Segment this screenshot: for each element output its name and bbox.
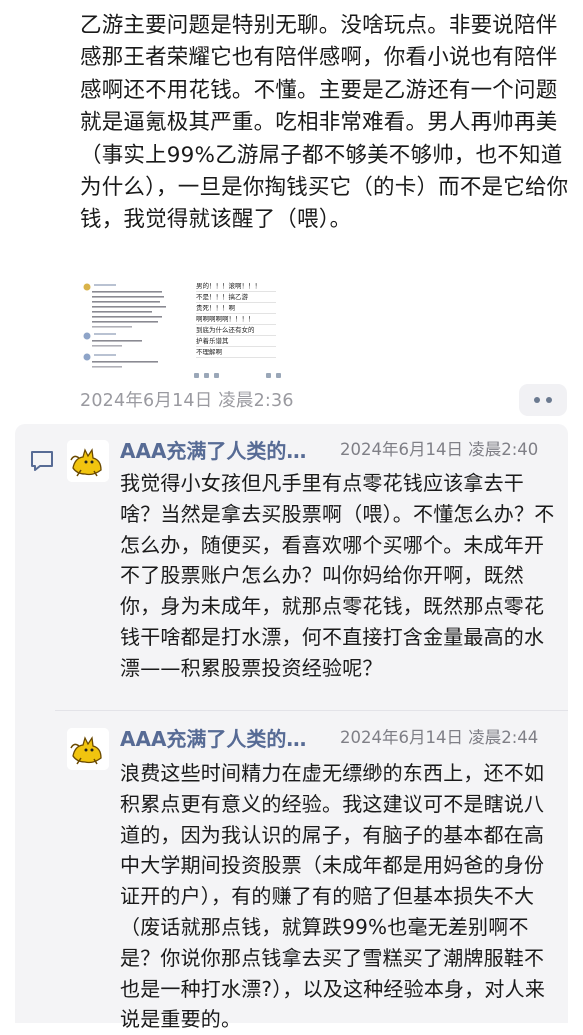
thumb-chat-line: 男的！！！滚啊！！！ [196, 281, 276, 292]
thumb-chat-line: 不理解啊 [196, 347, 276, 358]
avatar[interactable] [67, 728, 109, 770]
post-image-thumbnail-2[interactable]: 男的！！！滚啊！！！ 不是！！！搞乙游 贵死！！！啊 啊啊啊啊啊！！！！ 到底为… [192, 279, 286, 381]
post-body-text: 乙游主要问题是特别无聊。没啥玩点。非要说陪伴感那王者荣耀它也有陪伴感啊，你看小说… [80, 13, 569, 233]
thumb-toolbar-icons [194, 373, 284, 379]
comments-panel: AAA充满了人类的… 2024年6月14日 凌晨2:40 我觉得小女孩但凡手里有… [15, 424, 568, 1031]
more-options-button[interactable] [519, 384, 567, 416]
ellipsis-icon [546, 397, 552, 403]
thumb-chat-line: 到底为什么还有女的 [196, 325, 276, 336]
thumb-chat-line: 护着乐谱其 [196, 336, 276, 347]
thumb-chat-line: 不是！！！搞乙游 [196, 292, 276, 303]
comment-divider [55, 710, 568, 711]
thumb-chat-line: 贵死！！！啊 [196, 303, 276, 314]
post-timestamp: 2024年6月14日 凌晨2:36 [80, 391, 294, 411]
avatar[interactable] [67, 440, 109, 482]
comment-timestamp: 2024年6月14日 凌晨2:44 [340, 728, 539, 747]
comment-author[interactable]: AAA充满了人类的… [120, 437, 306, 465]
post-image-thumbnail-1[interactable] [80, 279, 175, 381]
yellow-cat-avatar-icon [67, 440, 109, 482]
main-post: 乙游主要问题是特别无聊。没啥玩点。非要说陪伴感那王者荣耀它也有陪伴感啊，你看小说… [0, 0, 583, 420]
ellipsis-icon [534, 397, 540, 403]
comment-body: 浪费这些时间精力在虚无缥缈的东西上，还不如积累点更有意义的经验。我这建议可不是瞎… [120, 761, 546, 1032]
comment-author[interactable]: AAA充满了人类的… [120, 725, 306, 753]
comment-timestamp: 2024年6月14日 凌晨2:40 [340, 440, 539, 459]
yellow-cat-avatar-icon [67, 728, 109, 770]
screenshot-thumbnail-comment-list-icon [80, 279, 175, 381]
comment-bubble-icon [29, 448, 55, 474]
comment-body: 我觉得小女孩但凡手里有点零花钱应该拿去干啥？当然是拿去买股票啊（喂）。不懂怎么办… [120, 471, 555, 680]
thumb-chat-line: 啊啊啊啊啊！！！！ [196, 314, 276, 325]
